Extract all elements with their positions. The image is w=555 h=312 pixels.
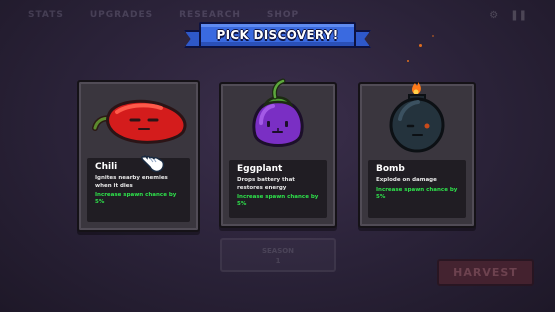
bg-nav-item: STATS xyxy=(28,10,64,20)
bg-nav-item: UPGRADES xyxy=(89,10,154,20)
card-bonus: Increase spawn chance by 5% xyxy=(237,194,319,207)
card-art xyxy=(360,82,474,160)
card-name: Bomb xyxy=(376,164,405,174)
settings-icon: ⚙ xyxy=(489,10,499,21)
card-name: Eggplant xyxy=(237,164,283,174)
eggplant-icon xyxy=(252,78,304,147)
card-description-box: Eggplant Drops battery that restores ene… xyxy=(229,160,327,218)
ember-particle xyxy=(407,60,409,62)
chili-icon xyxy=(91,99,186,144)
background-nav: STATS UPGRADES RESEARCH SHOP xyxy=(28,10,299,20)
ember-particle xyxy=(419,44,422,47)
card-description-box: Chili Ignites nearby enemies when it die… xyxy=(87,158,190,222)
pause-icon: ❚❚ xyxy=(510,10,527,21)
season-indicator: SEASON 1 xyxy=(220,238,336,272)
discovery-card-eggplant[interactable]: Eggplant Drops battery that restores ene… xyxy=(219,78,337,228)
discovery-card-chili[interactable]: Chili Ignites nearby enemies when it die… xyxy=(77,80,200,232)
card-description: Ignites nearby enemies when it dies xyxy=(95,175,168,189)
season-label: SEASON xyxy=(261,247,295,255)
card-bonus: Increase spawn chance by 5% xyxy=(95,192,177,205)
card-art xyxy=(79,82,198,158)
pick-discovery-banner: PICK DISCOVERY! xyxy=(184,22,371,52)
card-bonus: Increase spawn chance by 5% xyxy=(376,186,458,200)
harvest-button[interactable]: HARVEST xyxy=(437,259,534,286)
background-top-icons: ⚙ ❚❚ xyxy=(489,10,527,21)
bg-nav-item: SHOP xyxy=(266,10,300,20)
ember-particle xyxy=(432,35,434,37)
card-description-box: Bomb Explode on damage Increase spawn ch… xyxy=(368,160,466,218)
pointing-hand-cursor-icon xyxy=(141,154,165,173)
card-name: Chili xyxy=(95,162,118,172)
discovery-card-bomb[interactable]: Bomb Explode on damage Increase spawn ch… xyxy=(358,82,476,228)
card-description: Drops battery that restores energy xyxy=(237,177,295,191)
card-art xyxy=(221,78,335,160)
season-value: 1 xyxy=(275,257,281,265)
card-description: Explode on damage xyxy=(376,177,437,183)
bomb-icon xyxy=(389,82,445,153)
banner-title: PICK DISCOVERY! xyxy=(199,22,356,48)
bg-nav-item: RESEARCH xyxy=(179,10,241,20)
